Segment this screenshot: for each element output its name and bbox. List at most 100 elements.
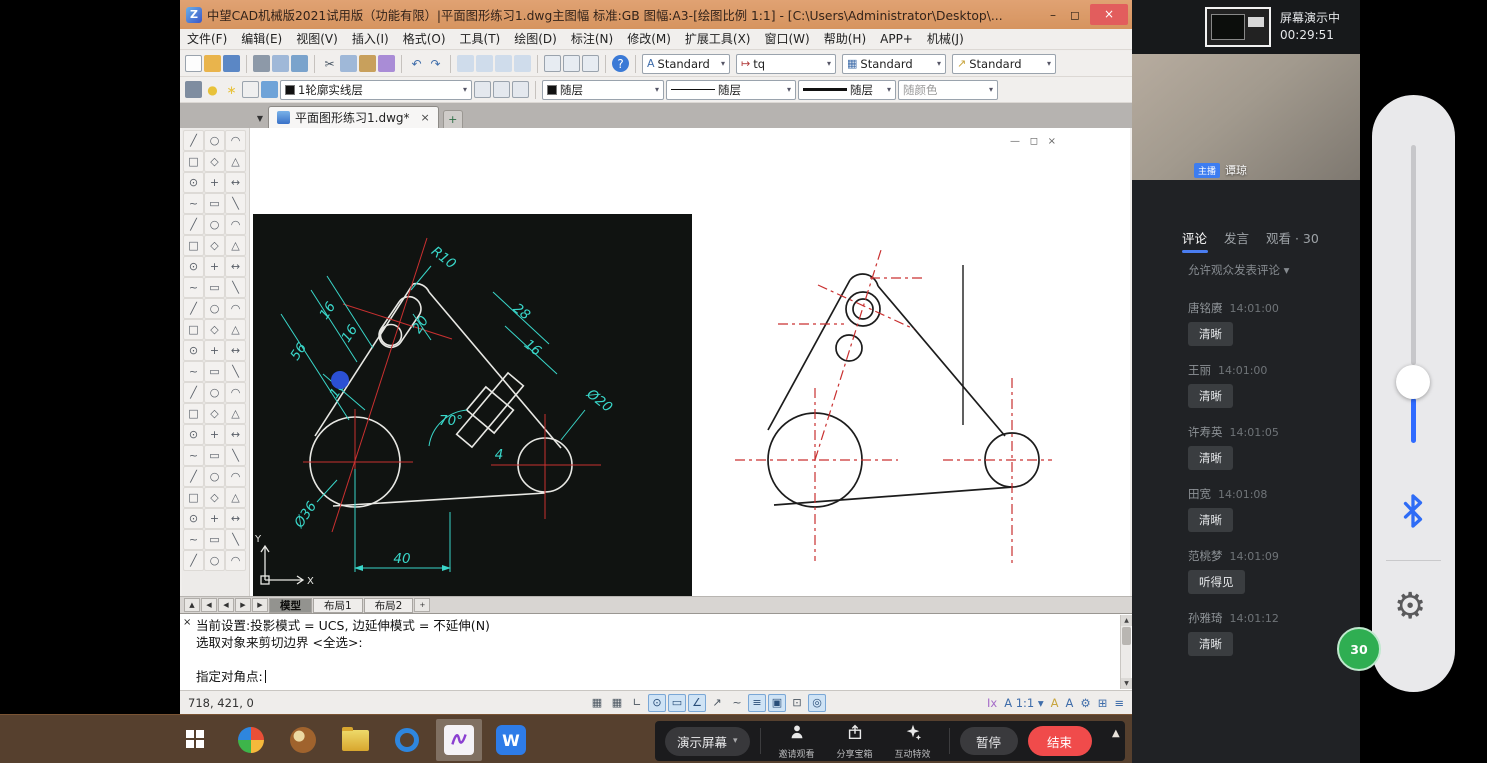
layer-bulb-icon[interactable]: ● [204, 81, 221, 98]
mleader-style-combo[interactable]: ↗Standard▾ [952, 54, 1056, 74]
lineweight-toggle[interactable]: ~ [728, 694, 746, 712]
palette-tool-60[interactable]: ╱ [183, 550, 204, 571]
tab-first-icon[interactable]: ◀ [201, 598, 217, 612]
palette-tool-23[interactable]: ╲ [225, 277, 246, 298]
paste-icon[interactable] [359, 55, 376, 72]
present-screen-button[interactable]: 演示屏幕 ▾ [665, 727, 750, 756]
tab-speak[interactable]: 发言 [1224, 228, 1249, 247]
folder-app-icon[interactable] [332, 719, 378, 761]
palette-tool-53[interactable]: △ [225, 487, 246, 508]
menu-express[interactable]: 扩展工具(X) [678, 29, 758, 50]
palette-tool-16[interactable]: ◇ [204, 235, 225, 256]
palette-tool-6[interactable]: ⊙ [183, 172, 204, 193]
menu-help[interactable]: 帮助(H) [817, 29, 873, 50]
tab-viewers[interactable]: 观看 · 30 [1266, 228, 1319, 247]
annotation-monitor-toggle[interactable]: ◎ [808, 694, 826, 712]
gear-icon[interactable]: ⚙ [1394, 587, 1426, 627]
cycle-toggle[interactable]: ⊡ [788, 694, 806, 712]
tab-close-icon[interactable]: × [421, 111, 430, 124]
palette-tool-41[interactable]: △ [225, 403, 246, 424]
menu-dimension[interactable]: 标注(N) [564, 29, 620, 50]
browser-app-icon[interactable] [384, 719, 430, 761]
redo-icon[interactable]: ↷ [427, 55, 444, 72]
tab-comments[interactable]: 评论 [1182, 228, 1207, 247]
palette-tool-36[interactable]: ╱ [183, 382, 204, 403]
menu-mechanical[interactable]: 机械(J) [920, 29, 971, 50]
sparkle-button[interactable]: 互动特效 [887, 723, 939, 759]
zoom-realtime-icon[interactable] [476, 55, 493, 72]
palette-tool-14[interactable]: ◠ [225, 214, 246, 235]
menu-insert[interactable]: 插入(I) [345, 29, 396, 50]
palette-tool-61[interactable]: ○ [204, 550, 225, 571]
palette-tool-26[interactable]: ◠ [225, 298, 246, 319]
palette-tool-22[interactable]: ▭ [204, 277, 225, 298]
palette-tool-10[interactable]: ▭ [204, 193, 225, 214]
menu-draw[interactable]: 绘图(D) [507, 29, 564, 50]
palette-tool-35[interactable]: ╲ [225, 361, 246, 382]
palette-tool-20[interactable]: ↔ [225, 256, 246, 277]
layer-combo[interactable]: 1轮廓实线层▾ [280, 80, 472, 100]
close-button[interactable]: × [1090, 4, 1128, 25]
document-tab[interactable]: 平面图形练习1.dwg* × [268, 106, 439, 128]
pan-icon[interactable] [457, 55, 474, 72]
maximize-button[interactable]: ◻ [1064, 8, 1086, 22]
wps-app-icon[interactable]: W [488, 719, 534, 761]
quick-props-toggle[interactable]: ▣ [768, 694, 786, 712]
print-preview-icon[interactable] [272, 55, 289, 72]
palette-tool-7[interactable]: + [204, 172, 225, 193]
palette-tool-11[interactable]: ╲ [225, 193, 246, 214]
scroll-down-icon[interactable]: ▼ [1121, 678, 1132, 689]
clean-screen-icon[interactable]: ⊞ [1098, 696, 1108, 710]
dropdown-arrow-icon[interactable]: ▾ [989, 85, 993, 94]
snap-toggle[interactable]: ▦ [608, 694, 626, 712]
palette-tool-32[interactable]: ↔ [225, 340, 246, 361]
palette-tool-39[interactable]: □ [183, 403, 204, 424]
palette-tool-25[interactable]: ○ [204, 298, 225, 319]
dropdown-arrow-icon[interactable]: ▾ [887, 85, 891, 94]
new-icon[interactable] [185, 55, 202, 72]
command-close-icon[interactable]: × [183, 617, 191, 628]
dropdown-arrow-icon[interactable]: ▾ [655, 85, 659, 94]
linetype-combo[interactable]: 随层▾ [666, 80, 796, 100]
palette-tool-54[interactable]: ⊙ [183, 508, 204, 529]
palette-tool-33[interactable]: ~ [183, 361, 204, 382]
palette-tool-47[interactable]: ╲ [225, 445, 246, 466]
ortho-toggle[interactable]: ∟ [628, 694, 646, 712]
palette-tool-57[interactable]: ~ [183, 529, 204, 550]
dropdown-arrow-icon[interactable]: ▾ [827, 59, 831, 68]
scroll-thumb[interactable] [1122, 627, 1131, 645]
palette-tool-31[interactable]: + [204, 340, 225, 361]
zwcad-app-icon[interactable] [436, 719, 482, 761]
text-style-combo[interactable]: AStandard▾ [642, 54, 730, 74]
command-scrollbar[interactable]: ▲ ▼ [1120, 615, 1131, 689]
layer-freeze-icon[interactable]: ∗ [223, 81, 240, 98]
dropdown-arrow-icon[interactable]: ▾ [463, 85, 467, 94]
tab-scroll-up-icon[interactable]: ▲ [184, 598, 200, 612]
end-button[interactable]: 结束 [1028, 726, 1092, 756]
tray-overflow-icon[interactable]: ▲ [1112, 728, 1120, 739]
plot-icon[interactable] [253, 55, 270, 72]
grid-toggle[interactable]: ▦ [588, 694, 606, 712]
palette-tool-1[interactable]: ○ [204, 130, 225, 151]
palette-tool-40[interactable]: ◇ [204, 403, 225, 424]
layer-tag-icon[interactable] [242, 81, 259, 98]
cad-canvas[interactable]: — ◻ × [250, 128, 1130, 596]
dropdown-arrow-icon[interactable]: ▾ [937, 59, 941, 68]
menu-format[interactable]: 格式(O) [396, 29, 453, 50]
zoom-previous-icon[interactable] [514, 55, 531, 72]
undo-icon[interactable]: ↶ [408, 55, 425, 72]
menu-view[interactable]: 视图(V) [289, 29, 345, 50]
add-layout-button[interactable]: + [414, 598, 430, 612]
palette-tool-56[interactable]: ↔ [225, 508, 246, 529]
palette-tool-48[interactable]: ╱ [183, 466, 204, 487]
doc-close-icon[interactable]: × [1048, 136, 1056, 147]
palette-tool-52[interactable]: ◇ [204, 487, 225, 508]
palette-tool-45[interactable]: ~ [183, 445, 204, 466]
annotation-watch-icon[interactable]: Ix [987, 696, 997, 710]
palette-tool-19[interactable]: + [204, 256, 225, 277]
polar-toggle[interactable]: ⊙ [648, 694, 666, 712]
menu-modify[interactable]: 修改(M) [620, 29, 678, 50]
palette-tool-46[interactable]: ▭ [204, 445, 225, 466]
palette-tool-58[interactable]: ▭ [204, 529, 225, 550]
palette-tool-51[interactable]: □ [183, 487, 204, 508]
